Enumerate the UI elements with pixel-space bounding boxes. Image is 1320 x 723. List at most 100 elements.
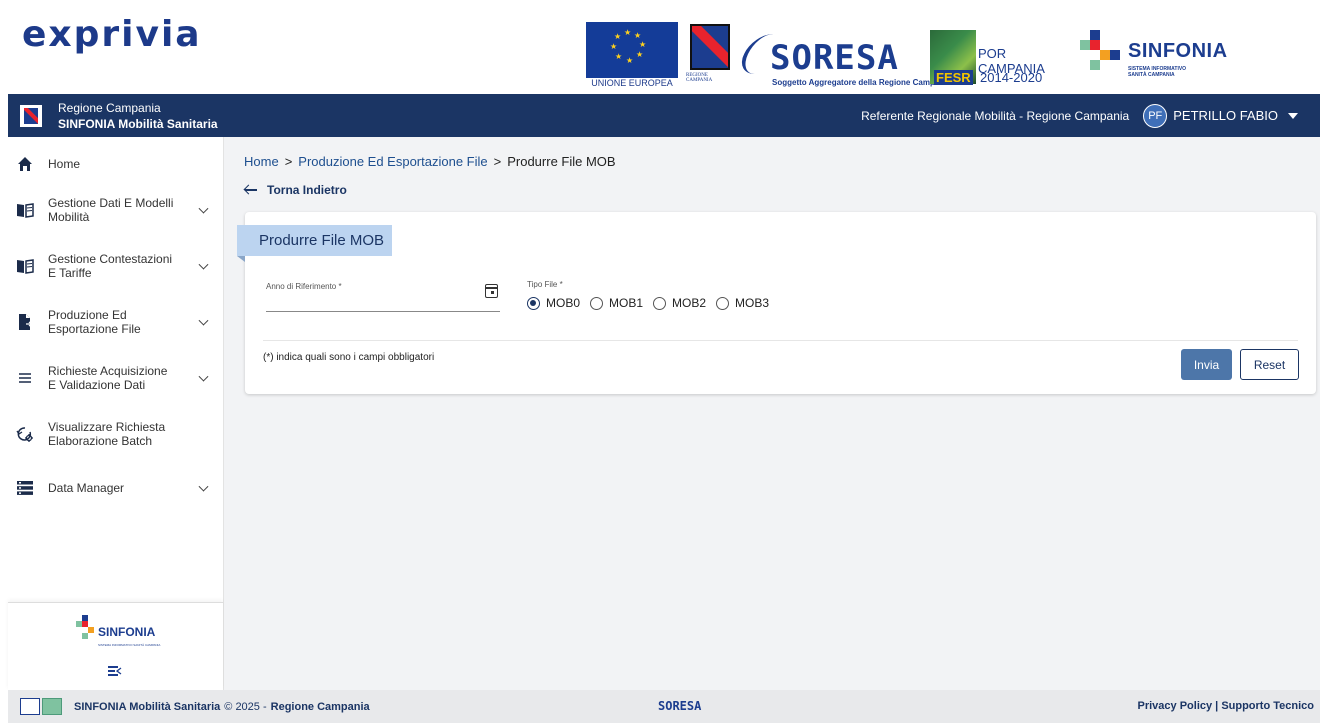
invia-button[interactable]: Invia [1181, 349, 1232, 380]
chevron-down-icon[interactable] [198, 315, 209, 326]
footer-app-name: SINFONIA Mobilità Sanitaria [74, 700, 221, 713]
sinfonia-square-icon [1080, 40, 1090, 50]
chevron-down-icon[interactable] [198, 203, 209, 214]
sinfonia-square-icon [1100, 50, 1110, 60]
form-card: Produrre File MOB Anno di Riferimento * … [237, 212, 1316, 394]
sidebar-item-gestione-contestazioni[interactable]: Gestione Contestazioni E Tariffe [8, 249, 223, 283]
avatar[interactable]: PF [1143, 103, 1168, 128]
sinfonia-logo: SINFONIA SISTEMA INFORMATIVO SANITÀ CAMP… [74, 613, 184, 653]
sidebar: Home Gestione Dati E Modelli Mobilità Ge… [8, 137, 224, 690]
footer: SINFONIA Mobilità Sanitaria © 2025 - Reg… [8, 690, 1320, 723]
back-link[interactable]: Torna Indietro [244, 183, 347, 197]
sidebar-item-label: Gestione Dati E Modelli Mobilità [48, 196, 174, 224]
soresa-caption: Soggetto Aggregatore della Regione Campa… [772, 78, 951, 87]
radio-unchecked-icon[interactable] [653, 296, 667, 310]
soresa-logo: SORESA Soggetto Aggregatore della Region… [734, 30, 951, 87]
breadcrumb-current: Produrre File MOB [507, 154, 616, 169]
sidebar-item-visualizzare-batch[interactable]: Visualizzare Richiesta Elaborazione Batc… [8, 417, 223, 451]
sinfonia-subtitle: SISTEMA INFORMATIVO SANITÀ CAMPANIA [98, 643, 161, 647]
main-content: Home > Produzione Ed Esportazione File >… [224, 137, 1320, 690]
page-title: Produrre File MOB [237, 225, 393, 262]
sidebar-item-label: Data Manager [48, 481, 125, 495]
divider [263, 340, 1298, 341]
tipo-file-field: Tipo File * MOB0 MOB1 MOB2 MOB3 [527, 280, 769, 310]
por-years: 2014-2020 [980, 70, 1043, 85]
sidebar-item-produzione-file[interactable]: Produzione Ed Esportazione File [8, 305, 223, 339]
eu-flag-logo: ★ ★ ★ ★ ★ ★ ★ ★ UNIONE EUROPEA [586, 22, 678, 88]
breadcrumb-separator: > [493, 154, 502, 169]
radio-checked-icon[interactable] [527, 296, 540, 310]
user-menu[interactable]: Referente Regionale Mobilità - Regione C… [861, 103, 1298, 128]
header-app-name: SINFONIA Mobilità Sanitaria [58, 116, 218, 131]
header-titles: Regione Campania SINFONIA Mobilità Sanit… [58, 100, 218, 132]
list-icon [16, 369, 34, 387]
footer-region: Regione Campania [270, 700, 370, 713]
reset-button[interactable]: Reset [1240, 349, 1299, 380]
privacy-policy-link[interactable]: Privacy Policy [1138, 700, 1213, 712]
sidebar-item-gestione-dati[interactable]: Gestione Dati E Modelli Mobilità [8, 193, 223, 227]
book-icon [16, 201, 34, 219]
user-name[interactable]: PETRILLO FABIO [1173, 108, 1278, 123]
home-icon [16, 155, 34, 173]
sinfonia-square-icon [1090, 30, 1100, 40]
radio-mob1[interactable]: MOB1 [590, 296, 643, 310]
rc-caption: REGIONE CAMPANIA [686, 73, 713, 83]
sidebar-item-data-manager[interactable]: Data Manager [8, 471, 223, 505]
book-icon [16, 257, 34, 275]
tipo-file-radio-group: MOB0 MOB1 MOB2 MOB3 [527, 296, 769, 310]
radio-mob2[interactable]: MOB2 [653, 296, 706, 310]
sinfonia-square-icon [1110, 50, 1120, 60]
chevron-down-icon[interactable] [198, 481, 209, 492]
sidebar-item-label: Produzione Ed Esportazione File [48, 308, 141, 336]
arrow-left-icon[interactable] [244, 185, 257, 195]
collapse-menu-icon[interactable] [108, 665, 122, 677]
anno-riferimento-field[interactable]: Anno di Riferimento * [266, 280, 500, 312]
user-role: Referente Regionale Mobilità - Regione C… [861, 108, 1130, 123]
footer-soresa-logo: SORESA [658, 699, 702, 713]
soresa-word: SORESA [770, 38, 899, 78]
sinfonia-name: SINFONIA [98, 625, 156, 639]
chevron-down-icon[interactable] [198, 259, 209, 270]
sinfonia-square-icon [1090, 40, 1100, 50]
history-settings-icon [16, 425, 34, 443]
calendar-icon[interactable] [485, 284, 498, 298]
sidebar-item-richieste-acquisizione[interactable]: Richieste Acquisizione E Validazione Dat… [8, 361, 223, 395]
por-fesr: FESR [934, 70, 973, 85]
por-campania-logo: POR CAMPANIA FESR 2014-2020 [930, 30, 1060, 86]
footer-logos [20, 698, 62, 715]
radio-mob0[interactable]: MOB0 [527, 296, 580, 310]
breadcrumb-separator: > [284, 154, 293, 169]
sinfonia-square-icon [82, 633, 88, 639]
sinfonia-name: SINFONIA [1128, 40, 1228, 62]
breadcrumb: Home > Produzione Ed Esportazione File >… [244, 154, 616, 169]
exprivia-logo: exprivia [22, 14, 202, 55]
chevron-down-icon[interactable] [198, 371, 209, 382]
radio-unchecked-icon[interactable] [590, 296, 604, 310]
breadcrumb-home[interactable]: Home [244, 154, 279, 169]
caret-down-icon[interactable] [1288, 112, 1298, 119]
footer-links: Privacy Policy | Supporto Tecnico [1138, 700, 1315, 712]
file-export-icon [16, 313, 34, 331]
sinfonia-subtitle: SISTEMA INFORMATIVO SANITÀ CAMPANIA [1128, 66, 1187, 78]
regione-shield-icon [690, 24, 730, 70]
storage-icon [16, 479, 34, 497]
sidebar-item-label: Home [48, 157, 81, 171]
footer-copyright: © 2025 - [224, 700, 267, 713]
app-header: Regione Campania SINFONIA Mobilità Sanit… [8, 94, 1320, 137]
regione-campania-logo: REGIONE CAMPANIA [686, 24, 734, 86]
breadcrumb-parent[interactable]: Produzione Ed Esportazione File [298, 154, 487, 169]
required-fields-note: (*) indica quali sono i campi obbligator… [263, 352, 435, 363]
radio-mob3[interactable]: MOB3 [716, 296, 769, 310]
sidebar-item-label: Visualizzare Richiesta Elaborazione Batc… [48, 420, 166, 448]
sidebar-item-label: Gestione Contestazioni E Tariffe [48, 252, 173, 280]
anno-riferimento-label: Anno di Riferimento * [266, 282, 342, 291]
sidebar-item-label: Richieste Acquisizione E Validazione Dat… [48, 364, 168, 392]
partner-logos: ★ ★ ★ ★ ★ ★ ★ ★ UNIONE EUROPEA REGIONE CAMPAN… [586, 22, 1238, 88]
footer-link-separator: | [1215, 700, 1219, 712]
sidebar-item-home[interactable]: Home [8, 155, 223, 173]
radio-unchecked-icon[interactable] [716, 296, 730, 310]
back-label[interactable]: Torna Indietro [267, 183, 347, 197]
header-region: Regione Campania [58, 100, 161, 115]
supporto-tecnico-link[interactable]: Supporto Tecnico [1221, 700, 1314, 712]
sinfonia-square-icon [88, 627, 94, 633]
